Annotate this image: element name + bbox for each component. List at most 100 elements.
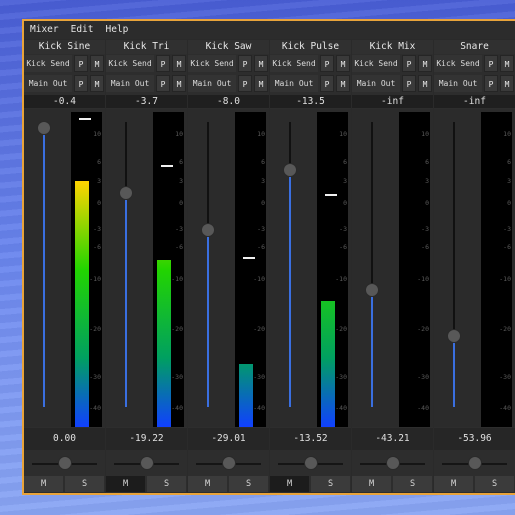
peak-readout[interactable]: -0.4 <box>24 95 105 108</box>
output-mute-button[interactable]: M <box>254 75 268 92</box>
gain-value[interactable]: -43.21 <box>352 428 433 450</box>
solo-button[interactable]: S <box>65 476 104 492</box>
channel-name[interactable]: Kick Tri <box>106 40 187 54</box>
output-pre-button[interactable]: P <box>484 75 498 92</box>
monitor-button[interactable]: MON <box>106 493 187 495</box>
solo-button[interactable]: S <box>229 476 268 492</box>
output-target[interactable]: Main Out <box>106 75 154 92</box>
pan-knob[interactable] <box>222 456 236 470</box>
output-mute-button[interactable]: M <box>500 75 514 92</box>
output-pre-button[interactable]: P <box>238 75 252 92</box>
fader-knob[interactable] <box>37 120 51 135</box>
send-mute-button[interactable]: M <box>254 55 268 72</box>
output-mute-button[interactable]: M <box>418 75 432 92</box>
meter-scale-label: 0 <box>261 199 265 208</box>
send-mute-button[interactable]: M <box>90 55 104 72</box>
monitor-button[interactable]: MON <box>434 493 515 495</box>
output-mute-button[interactable]: M <box>172 75 186 92</box>
monitor-button[interactable]: MON <box>24 493 105 495</box>
monitor-button[interactable]: MON <box>352 493 433 495</box>
send-pre-button[interactable]: P <box>402 55 416 72</box>
peak-readout[interactable]: -3.7 <box>106 95 187 108</box>
mute-button[interactable]: M <box>24 476 63 492</box>
pan-knob[interactable] <box>386 456 400 470</box>
fader-track[interactable] <box>207 122 209 407</box>
mute-button[interactable]: M <box>106 476 145 492</box>
output-pre-button[interactable]: P <box>156 75 170 92</box>
send-target[interactable]: Kick Send <box>434 55 482 72</box>
output-target[interactable]: Main Out <box>270 75 318 92</box>
mute-button[interactable]: M <box>188 476 227 492</box>
fader-knob[interactable] <box>365 283 379 298</box>
menu-help[interactable]: Help <box>100 21 135 39</box>
send-pre-button[interactable]: P <box>74 55 88 72</box>
channel-name[interactable]: Kick Sine <box>24 40 105 54</box>
output-target[interactable]: Main Out <box>434 75 482 92</box>
pan-knob[interactable] <box>468 456 482 470</box>
gain-value[interactable]: -29.01 <box>188 428 269 450</box>
solo-button[interactable]: S <box>393 476 432 492</box>
gain-value[interactable]: 0.00 <box>24 428 105 450</box>
output-pre-button[interactable]: P <box>74 75 88 92</box>
peak-readout[interactable]: -13.5 <box>270 95 351 108</box>
send-mute-button[interactable]: M <box>500 55 514 72</box>
pan-knob[interactable] <box>304 456 318 470</box>
pan-control[interactable] <box>24 451 105 475</box>
fader-knob[interactable] <box>447 328 461 343</box>
solo-button[interactable]: S <box>311 476 350 492</box>
send-target[interactable]: Kick Send <box>188 55 236 72</box>
pan-knob[interactable] <box>58 456 72 470</box>
peak-readout[interactable]: -8.0 <box>188 95 269 108</box>
channel-name[interactable]: Snare <box>434 40 515 54</box>
mute-button[interactable]: M <box>270 476 309 492</box>
solo-button[interactable]: S <box>475 476 514 492</box>
fader-knob[interactable] <box>119 186 133 201</box>
menu-mixer[interactable]: Mixer <box>24 21 65 39</box>
mute-button[interactable]: M <box>434 476 473 492</box>
fader-track[interactable] <box>453 122 455 407</box>
send-target[interactable]: Kick Send <box>270 55 318 72</box>
gain-value[interactable]: -53.96 <box>434 428 515 450</box>
peak-readout[interactable]: -inf <box>352 95 433 108</box>
send-pre-button[interactable]: P <box>484 55 498 72</box>
send-mute-button[interactable]: M <box>418 55 432 72</box>
channel-name[interactable]: Kick Pulse <box>270 40 351 54</box>
send-target[interactable]: Kick Send <box>106 55 154 72</box>
menu-edit[interactable]: Edit <box>65 21 100 39</box>
send-mute-button[interactable]: M <box>172 55 186 72</box>
output-pre-button[interactable]: P <box>402 75 416 92</box>
pan-control[interactable] <box>270 451 351 475</box>
solo-button[interactable]: S <box>147 476 186 492</box>
output-target[interactable]: Main Out <box>24 75 72 92</box>
pan-knob[interactable] <box>140 456 154 470</box>
send-target[interactable]: Kick Send <box>24 55 72 72</box>
output-target[interactable]: Main Out <box>352 75 400 92</box>
peak-readout[interactable]: -inf <box>434 95 515 108</box>
channel-name[interactable]: Kick Saw <box>188 40 269 54</box>
fader-knob[interactable] <box>283 163 297 178</box>
fader-track[interactable] <box>43 122 45 407</box>
pan-control[interactable] <box>434 451 515 475</box>
monitor-button[interactable]: MON <box>188 493 269 495</box>
level-meter: 10 6 3 0 -3 -6 -10 -20 -30 -40 <box>71 112 102 427</box>
gain-value[interactable]: -19.22 <box>106 428 187 450</box>
channel-name[interactable]: Kick Mix <box>352 40 433 54</box>
send-pre-button[interactable]: P <box>238 55 252 72</box>
fader-track[interactable] <box>371 122 373 407</box>
fader-track[interactable] <box>125 122 127 407</box>
pan-control[interactable] <box>352 451 433 475</box>
send-pre-button[interactable]: P <box>320 55 334 72</box>
send-pre-button[interactable]: P <box>156 55 170 72</box>
pan-control[interactable] <box>188 451 269 475</box>
pan-control[interactable] <box>106 451 187 475</box>
output-mute-button[interactable]: M <box>90 75 104 92</box>
output-pre-button[interactable]: P <box>320 75 334 92</box>
send-mute-button[interactable]: M <box>336 55 350 72</box>
output-mute-button[interactable]: M <box>336 75 350 92</box>
fader-knob[interactable] <box>201 223 215 238</box>
send-target[interactable]: Kick Send <box>352 55 400 72</box>
mute-button[interactable]: M <box>352 476 391 492</box>
monitor-button[interactable]: MON <box>270 493 351 495</box>
gain-value[interactable]: -13.52 <box>270 428 351 450</box>
output-target[interactable]: Main Out <box>188 75 236 92</box>
